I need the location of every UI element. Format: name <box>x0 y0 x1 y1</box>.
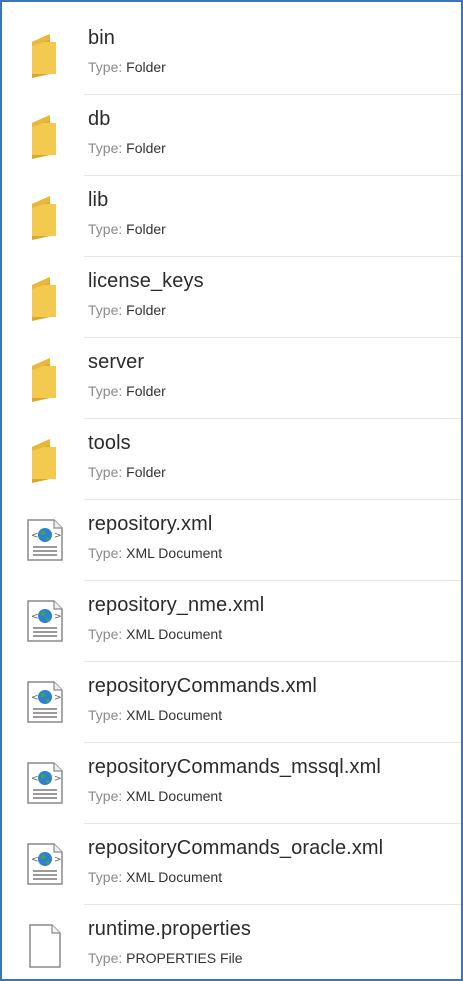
file-item-repositorycommands-xml[interactable]: < > repositoryCommands.xml Type: XML Doc… <box>2 662 461 743</box>
xml-document-icon: < > <box>24 597 64 645</box>
file-type: Type: XML Document <box>88 788 222 804</box>
svg-text:>: > <box>54 774 62 784</box>
file-item-db[interactable]: db Type: Folder <box>2 95 461 176</box>
file-list-window: bin Type: Folder db Type: Folder lib Typ… <box>0 0 463 981</box>
file-type: Type: Folder <box>88 383 166 399</box>
type-label: Type: <box>88 59 123 75</box>
file-item-tools[interactable]: tools Type: Folder <box>2 419 461 500</box>
file-item-bin[interactable]: bin Type: Folder <box>2 14 461 95</box>
file-item-repositorycommands-mssql-xml[interactable]: < > repositoryCommands_mssql.xml Type: X… <box>2 743 461 824</box>
file-type: Type: XML Document <box>88 545 222 561</box>
svg-text:>: > <box>54 531 62 541</box>
type-value: Folder <box>126 221 166 237</box>
xml-document-icon: < > <box>24 678 64 726</box>
type-label: Type: <box>88 302 123 318</box>
file-type: Type: Folder <box>88 140 166 156</box>
type-value: Folder <box>126 302 166 318</box>
file-item-lib[interactable]: lib Type: Folder <box>2 176 461 257</box>
type-label: Type: <box>88 140 123 156</box>
file-name: bin <box>88 27 115 49</box>
file-type: Type: XML Document <box>88 626 222 642</box>
file-name: runtime.properties <box>88 918 251 940</box>
svg-text:<: < <box>31 855 39 865</box>
folder-icon <box>24 111 64 159</box>
file-type: Type: XML Document <box>88 869 222 885</box>
svg-text:>: > <box>54 693 62 703</box>
svg-text:<: < <box>31 774 39 784</box>
xml-document-icon: < > <box>24 840 64 888</box>
xml-document-icon: < > <box>24 759 64 807</box>
file-type: Type: Folder <box>88 464 166 480</box>
type-value: Folder <box>126 140 166 156</box>
type-label: Type: <box>88 950 123 966</box>
file-item-server[interactable]: server Type: Folder <box>2 338 461 419</box>
svg-text:<: < <box>31 612 39 622</box>
type-value: XML Document <box>126 788 223 804</box>
file-name: lib <box>88 189 109 211</box>
folder-icon <box>24 354 64 402</box>
type-value: XML Document <box>126 707 223 723</box>
type-label: Type: <box>88 545 123 561</box>
file-name: repository.xml <box>88 513 213 535</box>
type-label: Type: <box>88 464 123 480</box>
type-label: Type: <box>88 869 123 885</box>
type-label: Type: <box>88 788 123 804</box>
file-type: Type: Folder <box>88 302 166 318</box>
file-list: bin Type: Folder db Type: Folder lib Typ… <box>2 14 461 979</box>
folder-icon <box>24 192 64 240</box>
file-name: tools <box>88 432 131 454</box>
file-name: repository_nme.xml <box>88 594 265 616</box>
file-item-runtime-properties[interactable]: runtime.properties Type: PROPERTIES File <box>2 905 461 979</box>
blank-file-icon <box>24 921 64 969</box>
file-name: repositoryCommands_oracle.xml <box>88 837 384 859</box>
svg-text:>: > <box>54 612 62 622</box>
svg-text:<: < <box>31 693 39 703</box>
type-label: Type: <box>88 626 123 642</box>
type-label: Type: <box>88 707 123 723</box>
type-value: PROPERTIES File <box>126 950 243 966</box>
file-name: db <box>88 108 111 130</box>
xml-document-icon: < > <box>24 516 64 564</box>
type-value: Folder <box>126 59 166 75</box>
file-type: Type: PROPERTIES File <box>88 950 243 966</box>
file-name: server <box>88 351 145 373</box>
file-name: license_keys <box>88 270 204 292</box>
file-type: Type: Folder <box>88 59 166 75</box>
type-value: Folder <box>126 464 166 480</box>
file-item-license-keys[interactable]: license_keys Type: Folder <box>2 257 461 338</box>
file-name: repositoryCommands_mssql.xml <box>88 756 381 778</box>
type-value: XML Document <box>126 545 223 561</box>
type-label: Type: <box>88 383 123 399</box>
file-item-repository-xml[interactable]: < > repository.xml Type: XML Document <box>2 500 461 581</box>
svg-text:>: > <box>54 855 62 865</box>
file-name: repositoryCommands.xml <box>88 675 317 697</box>
type-value: Folder <box>126 383 166 399</box>
file-item-repositorycommands-oracle-xml[interactable]: < > repositoryCommands_oracle.xml Type: … <box>2 824 461 905</box>
file-type: Type: Folder <box>88 221 166 237</box>
folder-icon <box>24 30 64 78</box>
type-label: Type: <box>88 221 123 237</box>
file-item-repository-nme-xml[interactable]: < > repository_nme.xml Type: XML Documen… <box>2 581 461 662</box>
type-value: XML Document <box>126 869 223 885</box>
svg-text:<: < <box>31 531 39 541</box>
folder-icon <box>24 435 64 483</box>
folder-icon <box>24 273 64 321</box>
type-value: XML Document <box>126 626 223 642</box>
file-type: Type: XML Document <box>88 707 222 723</box>
